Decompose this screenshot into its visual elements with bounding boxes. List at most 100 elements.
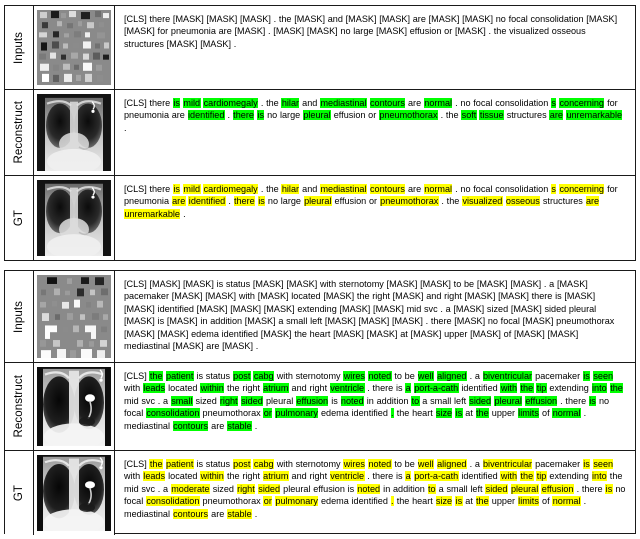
highlighted-token: noted — [340, 395, 365, 406]
highlighted-token: identified — [187, 110, 225, 121]
highlighted-token: sided — [257, 483, 281, 494]
highlighted-token: concerning — [559, 184, 605, 194]
table-row: Inputs — [5, 6, 635, 90]
table-row: GT [CLS] the patient is status post cabg… — [5, 451, 635, 535]
masked-patch-image — [37, 275, 111, 358]
highlighted-token: leads — [142, 383, 166, 394]
highlighted-token: sided — [485, 483, 508, 494]
example-block-2: Inputs [CLS] [MASK] [MASK] is status [MA… — [4, 270, 636, 535]
row-label-gt: GT — [5, 176, 34, 260]
highlighted-token: sided — [240, 395, 264, 406]
highlighted-token: pleural — [494, 395, 523, 406]
highlighted-token: is — [455, 408, 463, 419]
chest-xray-ground-truth-cell — [34, 176, 115, 260]
highlighted-token: tissue — [479, 110, 504, 121]
highlighted-token: the — [609, 383, 624, 394]
table-row: GT [CLS] there is mild cardiomegaly . th… — [5, 176, 635, 260]
highlighted-token: pulmonary — [275, 496, 319, 507]
highlighted-token: cardiomegaly — [203, 98, 259, 108]
table-row: Reconstruct — [5, 363, 635, 451]
highlighted-token: right — [219, 395, 238, 406]
highlighted-token: well — [417, 459, 434, 469]
highlighted-token: seen — [592, 459, 614, 469]
highlighted-token: aligned — [436, 459, 467, 469]
row-label-inputs: Inputs — [5, 271, 34, 362]
highlighted-token: is — [172, 184, 181, 194]
highlighted-token: pleural — [510, 483, 539, 494]
highlighted-token: stable — [227, 420, 253, 431]
highlighted-token: wires — [343, 459, 366, 469]
highlighted-token: mild — [183, 184, 201, 194]
highlighted-token: pulmonary — [275, 408, 319, 419]
report-text-inputs: [CLS] [MASK] [MASK] is status [MASK] [MA… — [124, 279, 615, 352]
highlighted-token: port-a-cath — [413, 383, 459, 394]
highlighted-token: visualized — [462, 196, 503, 207]
highlighted-token: mediastinal — [320, 98, 367, 108]
highlighted-token: cabg — [253, 371, 274, 381]
highlighted-token: contours — [172, 420, 209, 431]
highlighted-token: osseous — [505, 196, 541, 207]
highlighted-token: contours — [172, 508, 209, 519]
chest-xray-ground-truth-image — [37, 180, 111, 256]
chest-xray-reconstructed-cell — [34, 90, 115, 175]
highlighted-token: post — [232, 371, 251, 381]
report-text-inputs: [CLS] there [MASK] [MASK] [MASK] . the [… — [124, 14, 618, 49]
highlighted-token: the — [149, 459, 163, 469]
table-row: Reconstruct — [5, 90, 635, 176]
highlighted-token: pneumothorax — [378, 110, 438, 121]
highlighted-token: to — [411, 395, 420, 406]
highlighted-token: with — [500, 471, 518, 482]
masked-patch-image-cell — [34, 6, 115, 89]
highlighted-token: effusion — [296, 395, 329, 406]
highlighted-token: unremarkable — [124, 208, 181, 219]
highlighted-token: moderate — [170, 483, 210, 494]
masked-patch-image-cell — [34, 271, 115, 362]
row-label-inputs: Inputs — [5, 6, 34, 89]
highlighted-token: noted — [356, 483, 381, 494]
highlighted-token: limits — [517, 496, 540, 507]
highlighted-token: s — [551, 184, 557, 194]
highlighted-token: identified — [188, 196, 226, 207]
highlighted-token: wires — [343, 371, 366, 381]
highlighted-token: is — [582, 459, 591, 469]
highlighted-token: contours — [369, 184, 406, 194]
highlighted-token: are — [171, 196, 186, 207]
highlighted-token: into — [591, 471, 608, 482]
report-text-reconstruct: [CLS] the patient is status post cabg wi… — [124, 371, 624, 431]
row-label-reconstruct: Reconstruct — [5, 363, 34, 450]
row-label-text: Reconstruct — [13, 101, 25, 164]
highlighted-token: is — [582, 371, 591, 381]
row-label-reconstruct: Reconstruct — [5, 90, 34, 175]
highlighted-token: ventricle — [329, 471, 365, 482]
highlighted-token: size — [435, 408, 453, 419]
highlighted-token: tip — [536, 383, 547, 394]
highlighted-token: effusion — [524, 395, 558, 406]
highlighted-token: normal — [552, 408, 581, 419]
highlighted-token: normal — [423, 184, 453, 194]
highlighted-token: biventricular — [482, 371, 533, 381]
highlighted-token: patient — [165, 371, 194, 381]
highlighted-token: hilar — [281, 184, 300, 194]
highlighted-token: is — [605, 483, 613, 494]
highlighted-token: atrium — [262, 471, 289, 482]
chest-xray-reconstructed-image — [37, 94, 111, 171]
example-block-1: Inputs [CLS] there [MASK] [MASK] [MASK] … — [4, 5, 636, 261]
highlighted-token: is — [257, 196, 266, 207]
highlighted-token: with — [500, 383, 518, 394]
highlighted-token: hilar — [281, 98, 300, 108]
highlighted-token: post — [232, 459, 251, 469]
highlighted-token: pleural — [302, 110, 332, 121]
highlighted-token: cardiomegaly — [203, 184, 259, 194]
row-label-text: Inputs — [13, 300, 25, 333]
highlighted-token: atrium — [262, 383, 289, 394]
report-text-gt: [CLS] there is mild cardiomegaly . the h… — [124, 184, 618, 219]
highlighted-token: is — [172, 98, 181, 108]
highlighted-token: . — [390, 408, 394, 419]
highlighted-token: normal — [552, 496, 581, 507]
highlighted-token: noted — [368, 371, 392, 381]
highlighted-token: pleural — [303, 196, 332, 207]
highlighted-token: the — [520, 471, 534, 482]
row-label-text: Reconstruct — [13, 375, 25, 438]
highlighted-token: within — [200, 383, 225, 394]
highlighted-token: a — [405, 471, 412, 482]
